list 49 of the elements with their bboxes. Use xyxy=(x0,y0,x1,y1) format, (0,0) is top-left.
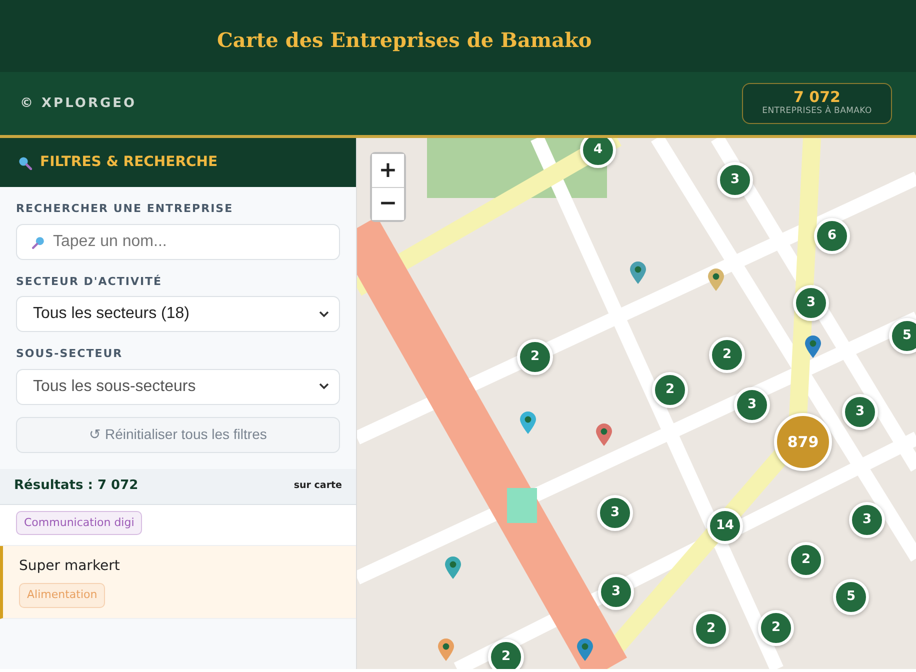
cluster-marker[interactable]: 3 xyxy=(717,162,753,198)
cluster-marker[interactable]: 2 xyxy=(693,611,729,647)
map-pin-icon[interactable] xyxy=(804,335,822,359)
cluster-marker[interactable]: 2 xyxy=(517,339,553,375)
map-pin-icon[interactable] xyxy=(576,638,594,662)
map-pin-icon[interactable] xyxy=(629,261,647,285)
select-field[interactable]: Tous les secteurs (18) xyxy=(16,296,340,332)
search-icon xyxy=(18,156,32,170)
category-tag: Alimentation xyxy=(19,583,106,608)
cluster-marker[interactable]: 2 xyxy=(488,639,524,669)
cluster-marker[interactable]: 2 xyxy=(758,610,794,646)
cluster-marker[interactable]: 3 xyxy=(598,574,634,610)
category-tag: Communication digi xyxy=(16,510,142,535)
search-icon xyxy=(32,236,45,248)
cluster-marker[interactable]: 3 xyxy=(842,394,878,430)
cluster-marker[interactable]: 6 xyxy=(814,218,850,254)
cluster-marker[interactable]: 2 xyxy=(788,542,824,578)
cluster-marker[interactable]: 5 xyxy=(833,579,869,615)
page-title: Carte des Entreprises de Bamako xyxy=(217,27,593,50)
cluster-marker[interactable]: 2 xyxy=(652,372,688,408)
cluster-marker[interactable]: 3 xyxy=(597,495,633,531)
field-label: RECHERCHER UNE ENTREPRISE xyxy=(16,201,234,217)
map-pin-icon[interactable] xyxy=(707,268,725,292)
brand-name: © XPLORGEO xyxy=(20,94,137,113)
search-field[interactable]: Tapez un nom... xyxy=(16,224,340,260)
cluster-marker[interactable]: 4 xyxy=(580,138,616,168)
cluster-marker[interactable]: 5 xyxy=(889,318,916,354)
map-pin-icon[interactable] xyxy=(437,638,455,662)
results-count: Résultats : 7 072 xyxy=(14,477,138,496)
field-label: SOUS-SECTEUR xyxy=(16,346,124,362)
map-pin-icon[interactable] xyxy=(595,423,613,447)
map-pin-icon[interactable] xyxy=(444,556,462,580)
map-pin-icon[interactable] xyxy=(519,411,537,435)
business-name: Super markert xyxy=(19,557,121,576)
cluster-marker[interactable]: 3 xyxy=(849,502,885,538)
list-item[interactable]: Super markert Alimentation xyxy=(0,546,356,618)
zoom-out-button[interactable]: − xyxy=(372,187,404,220)
stat-value: 7 072 xyxy=(792,88,842,106)
chevron-down-icon xyxy=(319,383,329,390)
reset-filters-button[interactable]: ↺ Réinitialiser tous les filtres xyxy=(16,416,340,452)
cluster-marker[interactable]: 3 xyxy=(734,387,770,423)
stat-label: ENTREPRISES À BAMAKO xyxy=(761,105,873,118)
chevron-down-icon xyxy=(319,310,329,318)
sidebar-title: FILTRES & RECHERCHE xyxy=(40,153,218,172)
list-item[interactable]: Communication digi xyxy=(0,504,356,546)
field-label: SECTEUR D'ACTIVITÉ xyxy=(16,274,164,290)
select-field[interactable]: Tous les sous-secteurs xyxy=(16,368,340,404)
results-note: sur carte xyxy=(294,478,342,493)
cluster-marker[interactable]: 2 xyxy=(709,337,745,373)
